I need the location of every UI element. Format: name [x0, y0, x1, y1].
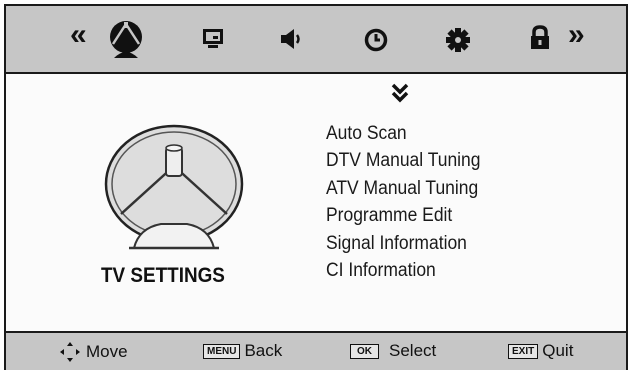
hint-select-label: Select [389, 341, 437, 360]
hint-move: Move [58, 341, 128, 363]
top-nav-bar: « » [6, 6, 626, 74]
hint-move-label: Move [86, 342, 128, 361]
hint-quit-label: Quit [542, 341, 574, 360]
menu-item-auto-scan[interactable]: Auto Scan [326, 120, 480, 147]
scroll-down-chevron-icon[interactable] [390, 82, 410, 104]
menu-item-dtv-manual-tuning[interactable]: DTV Manual Tuning [326, 147, 480, 174]
tab-satellite-dish-icon[interactable] [104, 16, 148, 60]
bottom-hint-bar: Move MENU Back OK Select EXIT Quit [6, 331, 626, 370]
move-arrows-icon [60, 342, 80, 362]
main-panel: TV SETTINGS Auto Scan DTV Manual Tuning … [6, 74, 626, 331]
menu-item-atv-manual-tuning[interactable]: ATV Manual Tuning [326, 175, 480, 202]
satellite-dish-illustration-icon [104, 124, 244, 250]
menu-item-ci-information[interactable]: CI Information [326, 257, 480, 284]
tab-speaker-icon[interactable] [278, 27, 306, 51]
tab-lock-icon[interactable] [528, 24, 552, 52]
tab-clock-icon[interactable] [363, 27, 389, 53]
exit-key-box: EXIT [508, 343, 539, 359]
hint-quit[interactable]: EXIT Quit [508, 341, 573, 361]
tv-menu-window: « » TV SETTINGS Auto Scan DTV Manual Tun… [4, 4, 628, 370]
hint-select[interactable]: OK Select [350, 341, 436, 361]
next-tab-arrow[interactable]: » [568, 20, 585, 50]
menu-item-signal-information[interactable]: Signal Information [326, 230, 480, 257]
section-title: TV SETTINGS [101, 264, 225, 287]
menu-key-box: MENU [203, 343, 241, 359]
ok-key-box: OK [350, 343, 379, 359]
settings-menu-list: Auto Scan DTV Manual Tuning ATV Manual T… [326, 120, 494, 284]
hint-back-label: Back [244, 341, 283, 360]
prev-tab-arrow[interactable]: « [70, 20, 87, 50]
tab-gear-icon[interactable] [444, 26, 472, 54]
menu-item-programme-edit[interactable]: Programme Edit [326, 202, 480, 229]
hint-back[interactable]: MENU Back [203, 341, 282, 361]
tab-picture-icon[interactable] [200, 27, 226, 51]
